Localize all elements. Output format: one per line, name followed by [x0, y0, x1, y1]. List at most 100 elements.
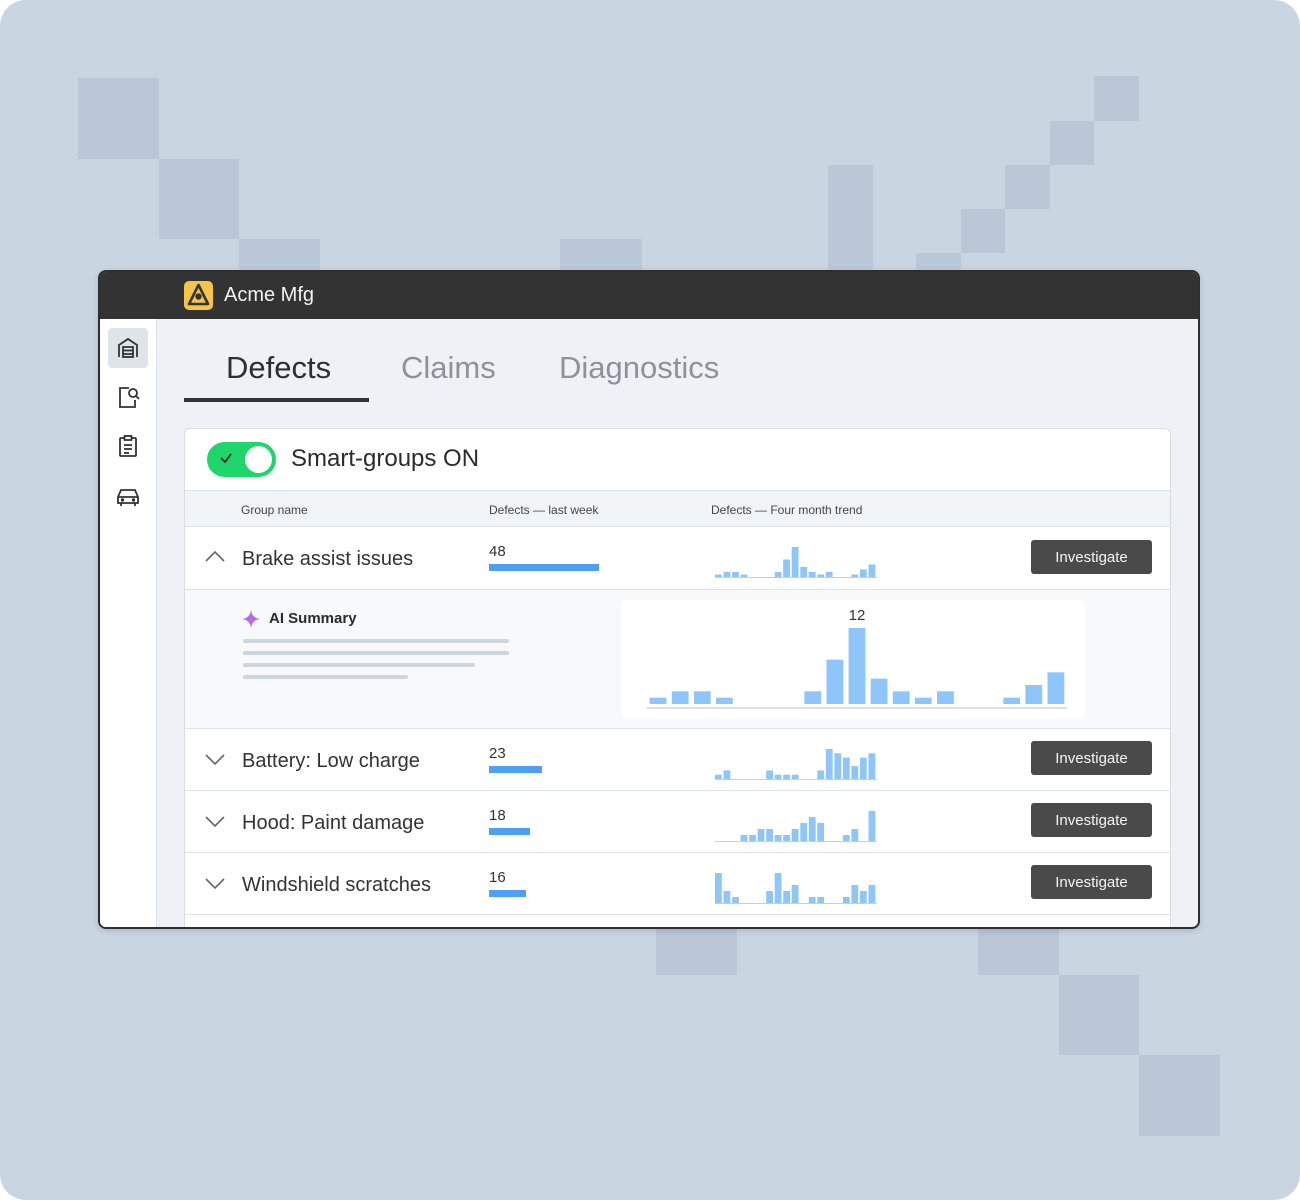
sparkline-bar: [766, 891, 773, 903]
title-bar: Acme Mfg: [100, 272, 1198, 319]
sparkline-bar: [851, 885, 859, 903]
group-name: Battery: Low charge: [242, 750, 420, 772]
sidebar-item-document-search[interactable]: [108, 377, 148, 417]
chart-bar: [848, 628, 866, 704]
chevron-up-icon[interactable]: [205, 549, 225, 563]
decor-square: [828, 165, 873, 275]
column-header-last-week: Defects — last week: [489, 503, 599, 517]
sparkline-bar: [783, 891, 790, 903]
active-tab-indicator: [184, 398, 369, 402]
sparkline-bar: [774, 774, 782, 779]
chart-bar: [1025, 685, 1043, 704]
sparkline-bar: [825, 572, 833, 577]
sparkline-bar: [715, 774, 722, 779]
sparkle-icon: [242, 610, 260, 628]
sidebar-item-garage[interactable]: [108, 328, 148, 368]
defect-count: 18: [489, 807, 506, 824]
sparkline-bar: [851, 766, 859, 779]
sparkline-bar: [723, 770, 731, 779]
chart-bar: [870, 678, 888, 704]
sparkline-bar: [766, 770, 773, 779]
table-row-brake-assist[interactable]: Brake assist issues 48 Investigate: [185, 527, 1170, 590]
trend-sparkline: [715, 547, 877, 578]
decor-square: [159, 159, 239, 239]
car-icon: [117, 489, 139, 506]
table-row-windshield[interactable]: Windshield scratches 16 Investigate: [185, 853, 1170, 915]
sparkline-bar: [868, 564, 876, 577]
tab-diagnostics[interactable]: Diagnostics: [559, 350, 719, 386]
sparkline-bar: [800, 567, 808, 577]
sparkline-bar: [715, 873, 722, 903]
sparkline-bar: [859, 569, 867, 577]
sparkline-bar: [851, 574, 859, 577]
sidebar-item-vehicles[interactable]: [108, 476, 148, 516]
trend-chart-card: 12: [621, 600, 1085, 719]
sidebar: [100, 319, 157, 927]
sparkline-bar: [791, 547, 799, 577]
investigate-button[interactable]: Investigate: [1031, 803, 1152, 837]
sparkline-bar: [774, 873, 782, 903]
sparkline-bar: [783, 835, 790, 841]
group-name: Hood: Paint damage: [242, 812, 425, 834]
acme-logo-icon: [184, 281, 213, 310]
defect-count: 16: [489, 869, 506, 886]
sidebar-item-clipboard[interactable]: [108, 426, 148, 466]
ai-summary-section: AI Summary 12: [185, 590, 1170, 729]
sparkline-bar: [842, 835, 850, 841]
background-canvas: Acme Mfg Defects Claims Diagnostics Smar…: [0, 0, 1300, 1200]
sparkline-bar: [791, 774, 799, 779]
table-header: Group name Defects — last week Defects —…: [185, 490, 1170, 527]
defect-count: 23: [489, 745, 506, 762]
defect-count-bar: [489, 828, 531, 835]
defect-count-bar: [489, 564, 599, 571]
investigate-button[interactable]: Investigate: [1031, 741, 1152, 775]
table-row-battery[interactable]: Battery: Low charge 23 Investigate: [185, 729, 1170, 791]
decor-square: [1005, 165, 1050, 209]
garage-icon: [118, 337, 138, 358]
sparkline-bar: [749, 835, 756, 841]
column-header-group-name: Group name: [241, 503, 308, 517]
chevron-down-icon[interactable]: [205, 877, 225, 891]
sparkline-bar: [817, 770, 825, 779]
decor-square: [78, 78, 159, 159]
sparkline-bar: [774, 572, 782, 577]
sparkline-bar: [825, 749, 833, 779]
chart-bar: [1003, 697, 1021, 704]
sparkline-bar: [732, 897, 739, 903]
sparkline-bar: [715, 574, 722, 577]
chevron-down-icon[interactable]: [205, 753, 225, 767]
sparkline-bar: [766, 829, 773, 841]
defect-count-bar: [489, 890, 526, 897]
sparkline-bar: [842, 757, 850, 779]
chart-bar: [671, 691, 689, 704]
chevron-down-icon[interactable]: [205, 815, 225, 829]
sparkline-bar: [757, 829, 765, 841]
smart-groups-toggle[interactable]: [207, 442, 276, 477]
document-search-icon: [119, 387, 140, 408]
chart-bar: [649, 697, 667, 704]
app-window: Acme Mfg Defects Claims Diagnostics Smar…: [98, 270, 1200, 929]
decor-square: [1139, 1055, 1220, 1136]
summary-text-placeholder: [243, 663, 475, 667]
defect-count-bar: [489, 766, 542, 773]
decor-square: [1050, 121, 1094, 165]
tab-claims[interactable]: Claims: [401, 350, 496, 386]
investigate-button[interactable]: Investigate: [1031, 865, 1152, 899]
sparkline-bar: [842, 897, 850, 903]
sparkline-bar: [791, 885, 799, 903]
trend-sparkline: [715, 811, 877, 842]
group-name: Brake assist issues: [242, 548, 414, 570]
chart-bar: [804, 691, 822, 704]
sparkline-bar: [868, 811, 876, 841]
trend-sparkline: [715, 873, 877, 904]
investigate-button[interactable]: Investigate: [1031, 540, 1152, 574]
sparkline-bar: [808, 897, 816, 903]
sparkline-bar: [859, 757, 867, 779]
sparkline-bar: [740, 574, 748, 577]
tab-defects[interactable]: Defects: [226, 350, 331, 386]
smart-groups-label: Smart-groups ON: [291, 445, 480, 472]
table-row-hood[interactable]: Hood: Paint damage 18 Investigate: [185, 791, 1170, 853]
sparkline-bar: [834, 753, 842, 779]
trend-bar-chart: 12: [647, 607, 1067, 709]
column-header-trend: Defects — Four month trend: [711, 503, 863, 517]
